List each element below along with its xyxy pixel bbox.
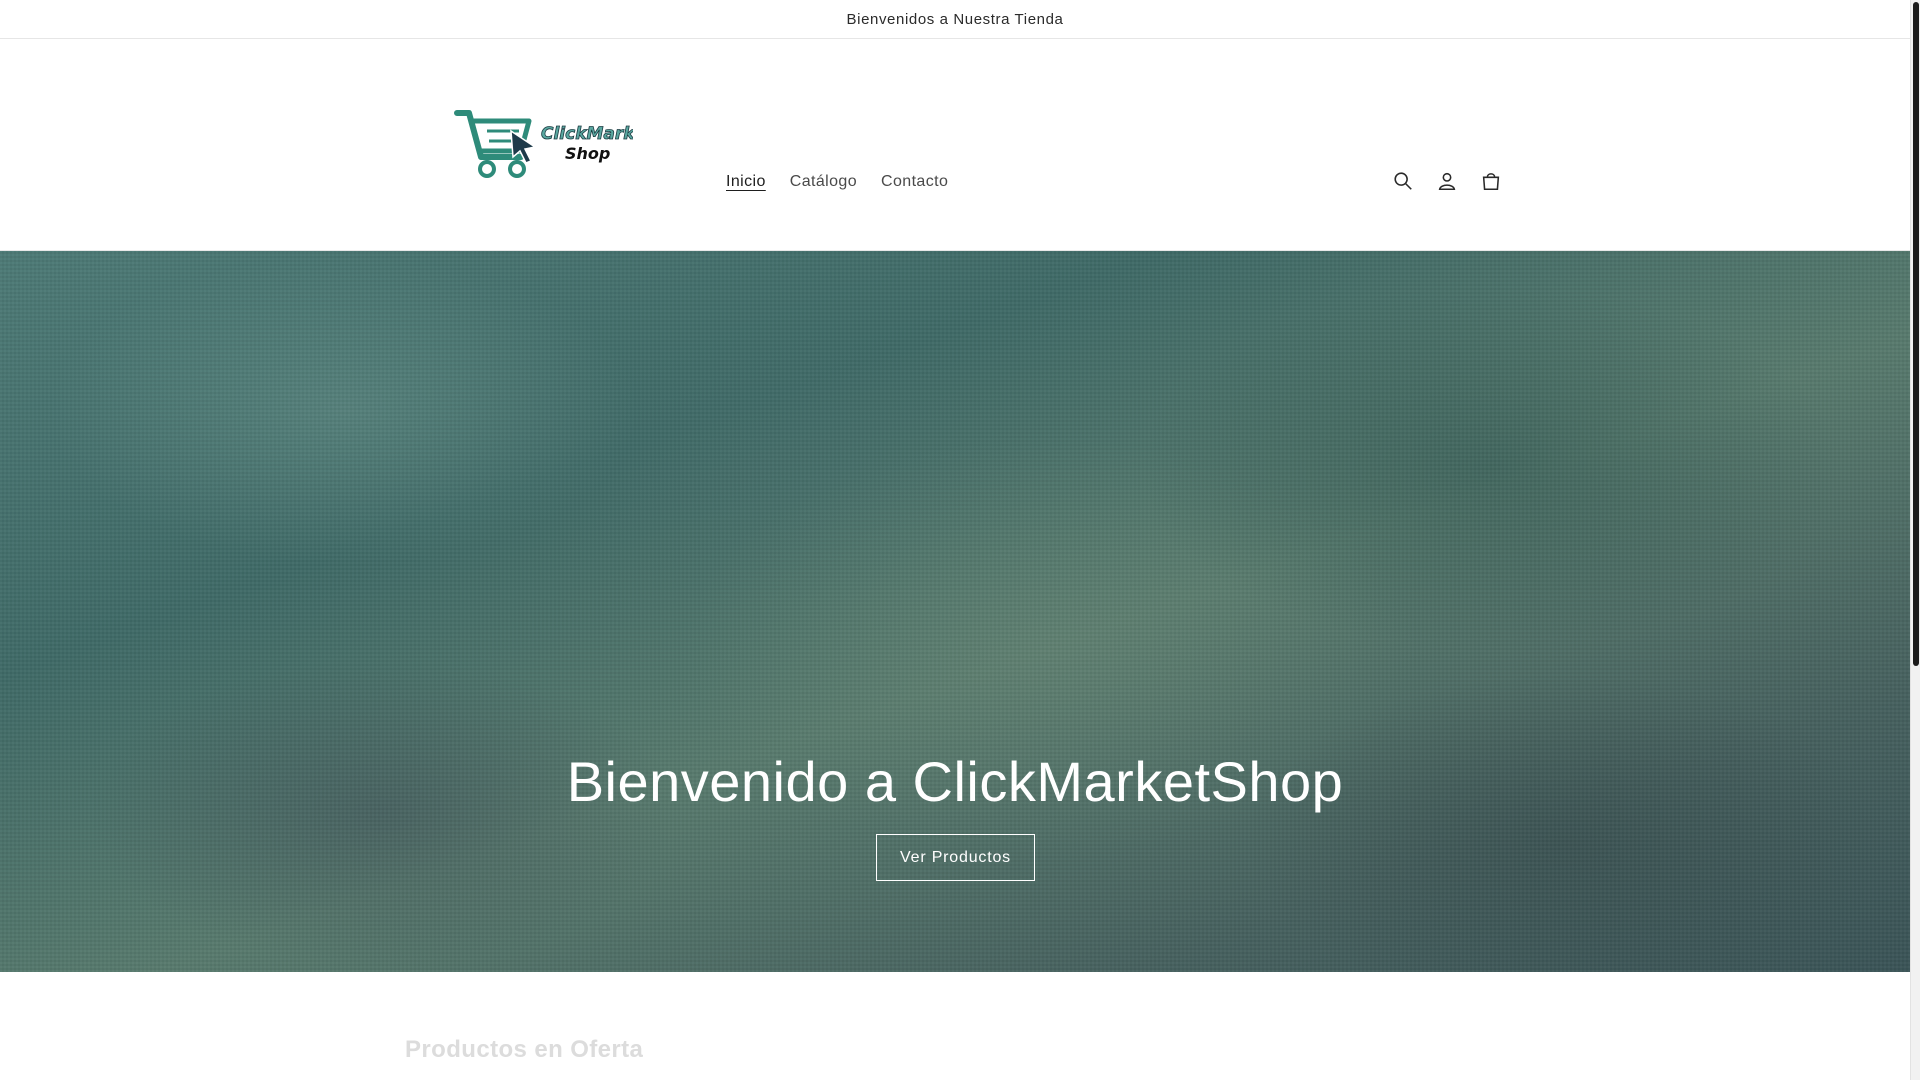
header-actions <box>1389 167 1505 195</box>
nav-item-contacto[interactable]: Contacto <box>869 171 960 193</box>
vertical-scrollbar[interactable] <box>1910 0 1920 1080</box>
cart-logo-icon: ClickMarket Shop <box>454 110 655 178</box>
hero-banner: Bienvenido a ClickMarketShop Ver Product… <box>0 251 1910 972</box>
site-header: ClickMarket Shop Inicio Catálogo Contact… <box>0 39 1910 251</box>
nav-item-catalogo[interactable]: Catálogo <box>778 171 869 193</box>
view-products-button[interactable]: Ver Productos <box>876 834 1035 881</box>
cart-icon[interactable] <box>1477 167 1505 195</box>
announcement-bar: Bienvenidos a Nuestra Tienda <box>0 0 1910 39</box>
announcement-text: Bienvenidos a Nuestra Tienda <box>846 10 1064 28</box>
logo-text-clickmarket: ClickMarket <box>541 124 633 144</box>
scrollbar-thumb[interactable] <box>1913 2 1919 666</box>
section-title: Productos en Oferta <box>405 1036 644 1063</box>
browser-viewport: Bienvenidos a Nuestra Tienda ClickMarket… <box>0 0 1920 1080</box>
page: Bienvenidos a Nuestra Tienda ClickMarket… <box>0 0 1910 1080</box>
main-nav: Inicio Catálogo Contacto <box>714 171 960 193</box>
search-icon[interactable] <box>1389 167 1417 195</box>
account-login-icon[interactable] <box>1433 167 1461 195</box>
nav-item-inicio[interactable]: Inicio <box>714 171 778 193</box>
hero-title: Bienvenido a ClickMarketShop <box>566 750 1344 813</box>
store-logo[interactable]: ClickMarket Shop <box>453 107 655 185</box>
logo-text-shop: Shop <box>565 144 610 163</box>
